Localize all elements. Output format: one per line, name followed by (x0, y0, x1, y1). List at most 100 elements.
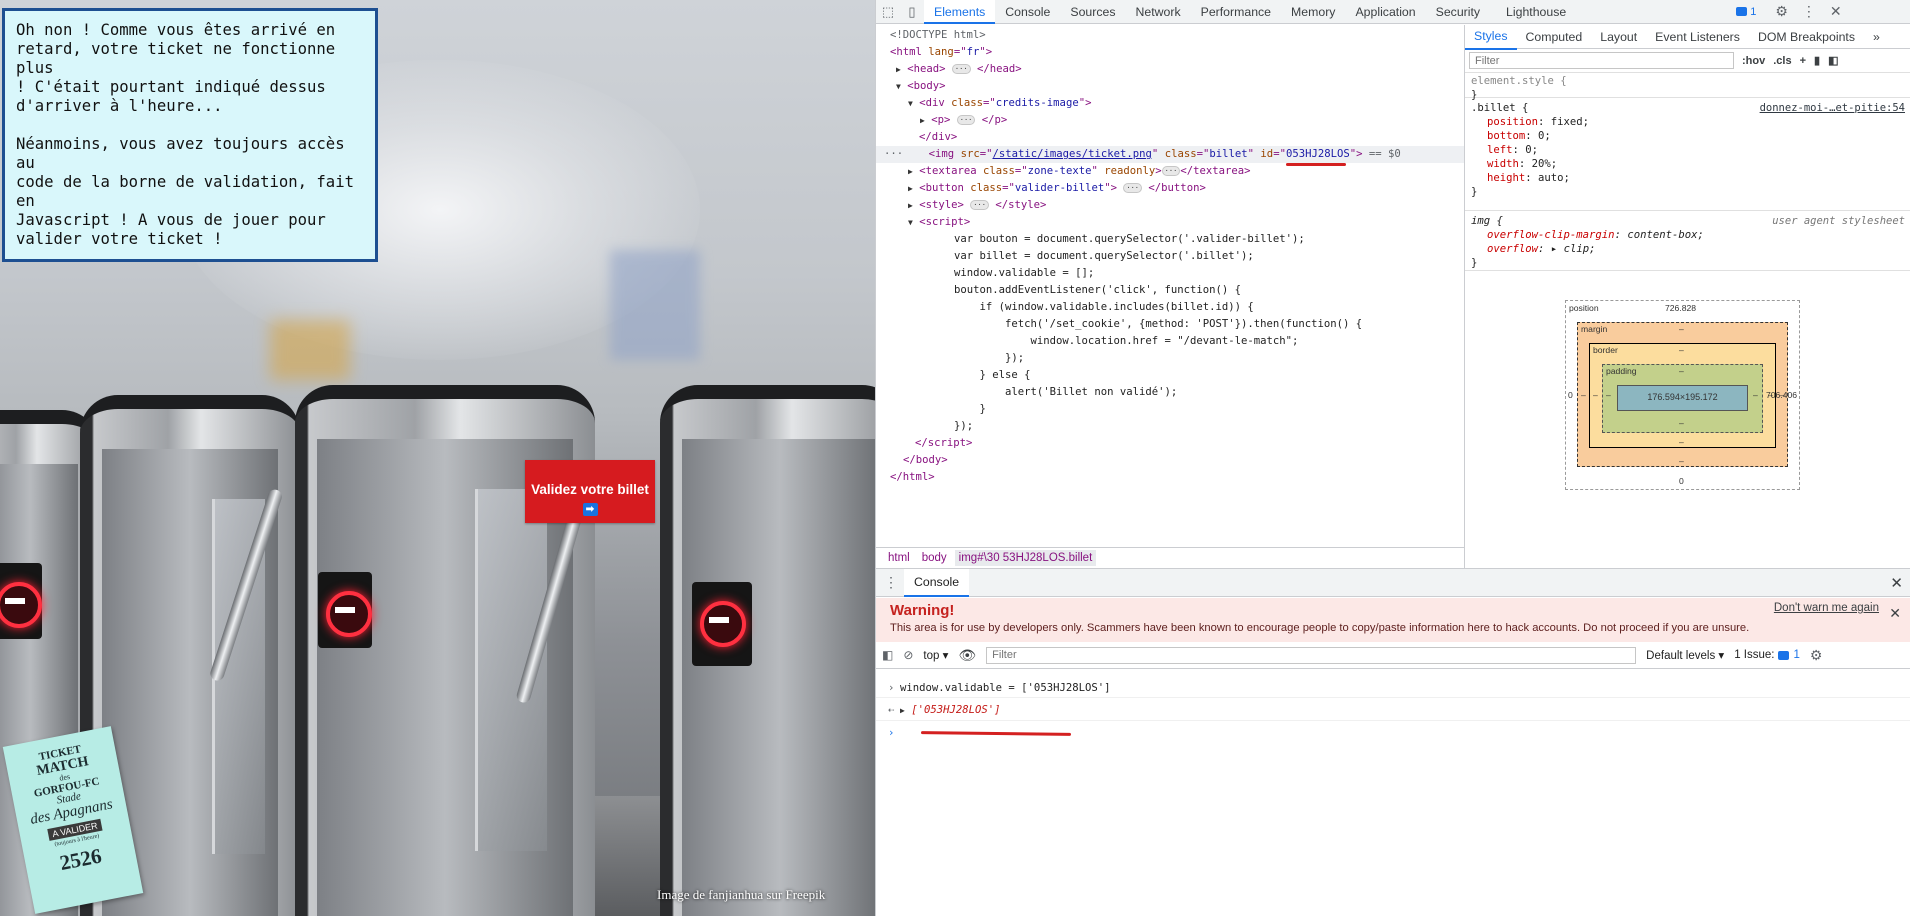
border-left-value[interactable]: – (1593, 390, 1598, 400)
body-node[interactable]: ▼ <body> (896, 78, 946, 95)
tab-elements[interactable]: Elements (924, 0, 996, 24)
tab-layout[interactable]: Layout (1591, 25, 1646, 49)
paint-icon[interactable]: ▮ (1814, 54, 1820, 67)
sidebar-toggle-icon[interactable]: ◧ (1828, 54, 1838, 67)
info-textarea[interactable]: Oh non ! Comme vous êtes arrivé en retar… (2, 8, 378, 262)
margin-left-value[interactable]: – (1581, 390, 1586, 400)
billet-selector: .billet { (1471, 102, 1529, 114)
more-tabs-icon[interactable]: » (1864, 25, 1889, 49)
img-node-selected[interactable]: ··· <img src="/static/images/ticket.png"… (884, 146, 1401, 163)
tab-security[interactable]: Security (1426, 0, 1490, 24)
border-bottom-value[interactable]: – (1679, 437, 1684, 447)
console-output-entry[interactable]: ⇠ ▶ ['053HJ28LOS'] (876, 701, 1910, 721)
console-issues-button[interactable]: 1 Issue: 1 (1734, 649, 1800, 661)
console-input-entry[interactable]: › window.validable = ['053HJ28LOS'] (876, 679, 1910, 698)
padding-bottom-value[interactable]: – (1679, 418, 1684, 428)
tab-dom-breakpoints[interactable]: DOM Breakpoints (1749, 25, 1864, 49)
body-close-node[interactable]: </body> (903, 452, 948, 469)
hov-toggle[interactable]: :hov (1742, 55, 1765, 67)
css-declaration[interactable]: width: 20%; (1471, 157, 1905, 171)
css-declaration[interactable]: height: auto; (1471, 171, 1905, 185)
no-entry-sign-icon (0, 563, 42, 639)
padding-top-value[interactable]: – (1679, 366, 1684, 376)
p-node[interactable]: ▶ <p> ··· </p> (920, 112, 1007, 129)
tab-network[interactable]: Network (1126, 0, 1191, 24)
style-node[interactable]: ▶ <style> ··· </style> (908, 197, 1046, 214)
expand-triangle-icon[interactable]: ▶ (900, 706, 905, 715)
breadcrumb-body[interactable]: body (918, 550, 951, 566)
css-declaration[interactable]: left: 0; (1471, 143, 1905, 157)
live-expression-eye-icon[interactable]: 👁 (958, 647, 976, 664)
billet-rule[interactable]: .billet { donnez-moi-…et-pitie:54 positi… (1465, 98, 1910, 211)
script-line: bouton.addEventListener('click', functio… (954, 284, 1242, 296)
tab-sources[interactable]: Sources (1060, 0, 1125, 24)
div-close-node[interactable]: </div> (919, 129, 957, 146)
css-declaration[interactable]: position: fixed; (1471, 115, 1905, 129)
position-top-value[interactable]: 726.828 (1665, 303, 1696, 313)
position-bottom-value[interactable]: 0 (1679, 476, 1684, 486)
head-node[interactable]: ▶ <head> ··· </head> (896, 61, 1022, 78)
img-src-link[interactable]: /static/images/ticket.png (992, 148, 1151, 160)
element-style-rule[interactable]: element.style {} (1465, 71, 1910, 101)
textarea-node[interactable]: ▶ <textarea class="zone-texte" readonly>… (908, 163, 1250, 180)
tab-application[interactable]: Application (1345, 0, 1425, 24)
settings-gear-icon[interactable]: ⚙ (1768, 3, 1795, 20)
credits-div-node[interactable]: ▼ <div class="credits-image"> (908, 95, 1091, 112)
html-close-node[interactable]: </html> (890, 469, 935, 486)
script-node[interactable]: ▼ <script> (908, 214, 970, 231)
console-filter-input[interactable] (986, 646, 1637, 664)
sidebar-toggle-icon[interactable]: ◧ (882, 648, 893, 662)
margin-top-value[interactable]: – (1679, 324, 1684, 334)
device-toolbar-icon[interactable]: ▯ (900, 0, 924, 24)
more-options-icon[interactable]: ⋮ (1795, 3, 1823, 20)
drawer-menu-icon[interactable]: ⋮ (876, 574, 898, 591)
doctype-node[interactable]: <!DOCTYPE html> (890, 27, 986, 44)
cls-toggle[interactable]: .cls (1773, 55, 1791, 67)
issues-badge[interactable]: 1 (1736, 6, 1756, 18)
add-rule-icon[interactable]: + (1800, 55, 1806, 67)
tab-performance[interactable]: Performance (1191, 0, 1281, 24)
expand-triangle-icon[interactable]: ▸ (1551, 243, 1557, 255)
drawer-tab-console[interactable]: Console (904, 568, 970, 597)
breadcrumb-img[interactable]: img#\30 53HJ28LOS.billet (954, 550, 1097, 566)
padding-left-value[interactable]: – (1606, 390, 1611, 400)
message-icon (1736, 7, 1748, 16)
billet-source-link[interactable]: donnez-moi-…et-pitie:54 (1760, 101, 1905, 115)
html-node[interactable]: <html lang="fr"> (890, 44, 992, 61)
styles-filter-input[interactable] (1469, 52, 1734, 69)
image-credit[interactable]: Image de fanjianhua sur Freepik (657, 887, 825, 903)
console-drawer: ⋮ Console ✕ Warning! This area is for us… (876, 568, 1910, 916)
drawer-close-icon[interactable]: ✕ (1890, 574, 1903, 592)
box-model-content[interactable]: 176.594×195.172 (1617, 385, 1748, 411)
console-settings-gear-icon[interactable]: ⚙ (1810, 647, 1823, 664)
tab-console[interactable]: Console (995, 0, 1060, 24)
margin-right-value[interactable]: – (1780, 390, 1785, 400)
padding-right-value[interactable]: – (1753, 390, 1758, 400)
log-levels-dropdown[interactable]: Default levels ▾ (1646, 648, 1724, 662)
tab-styles[interactable]: Styles (1465, 24, 1517, 50)
tab-event-listeners[interactable]: Event Listeners (1646, 25, 1749, 49)
dont-warn-link[interactable]: Don't warn me again (1774, 602, 1879, 614)
css-declaration[interactable]: bottom: 0; (1471, 129, 1905, 143)
margin-label: margin (1581, 324, 1608, 334)
warning-close-icon[interactable]: ✕ (1889, 605, 1901, 622)
validate-ticket-button[interactable]: Validez votre billet ➡ (525, 460, 655, 523)
img-ua-rule[interactable]: img { user agent stylesheet overflow-cli… (1465, 211, 1910, 271)
breadcrumb-html[interactable]: html (884, 550, 914, 566)
position-left-value[interactable]: 0 (1568, 390, 1573, 400)
clear-console-icon[interactable]: ⊘ (903, 648, 913, 662)
context-selector[interactable]: top ▾ (923, 648, 948, 662)
border-top-value[interactable]: – (1679, 345, 1684, 355)
script-line: fetch('/set_cookie', {method: 'POST'}).t… (954, 318, 1363, 330)
tab-memory[interactable]: Memory (1281, 0, 1345, 24)
border-right-value[interactable]: – (1768, 390, 1773, 400)
tab-lighthouse[interactable]: Lighthouse (1496, 0, 1576, 24)
close-icon[interactable]: ✕ (1823, 3, 1849, 20)
tab-computed[interactable]: Computed (1517, 25, 1592, 49)
button-node[interactable]: ▶ <button class="valider-billet"> ··· </… (908, 180, 1206, 197)
margin-bottom-value[interactable]: – (1679, 456, 1684, 466)
script-close-node[interactable]: </script> (915, 435, 972, 452)
inspect-element-icon[interactable]: ⬚ (876, 0, 900, 24)
chevron-down-icon: ▾ (942, 650, 949, 662)
red-annotation-underline (920, 731, 1072, 736)
